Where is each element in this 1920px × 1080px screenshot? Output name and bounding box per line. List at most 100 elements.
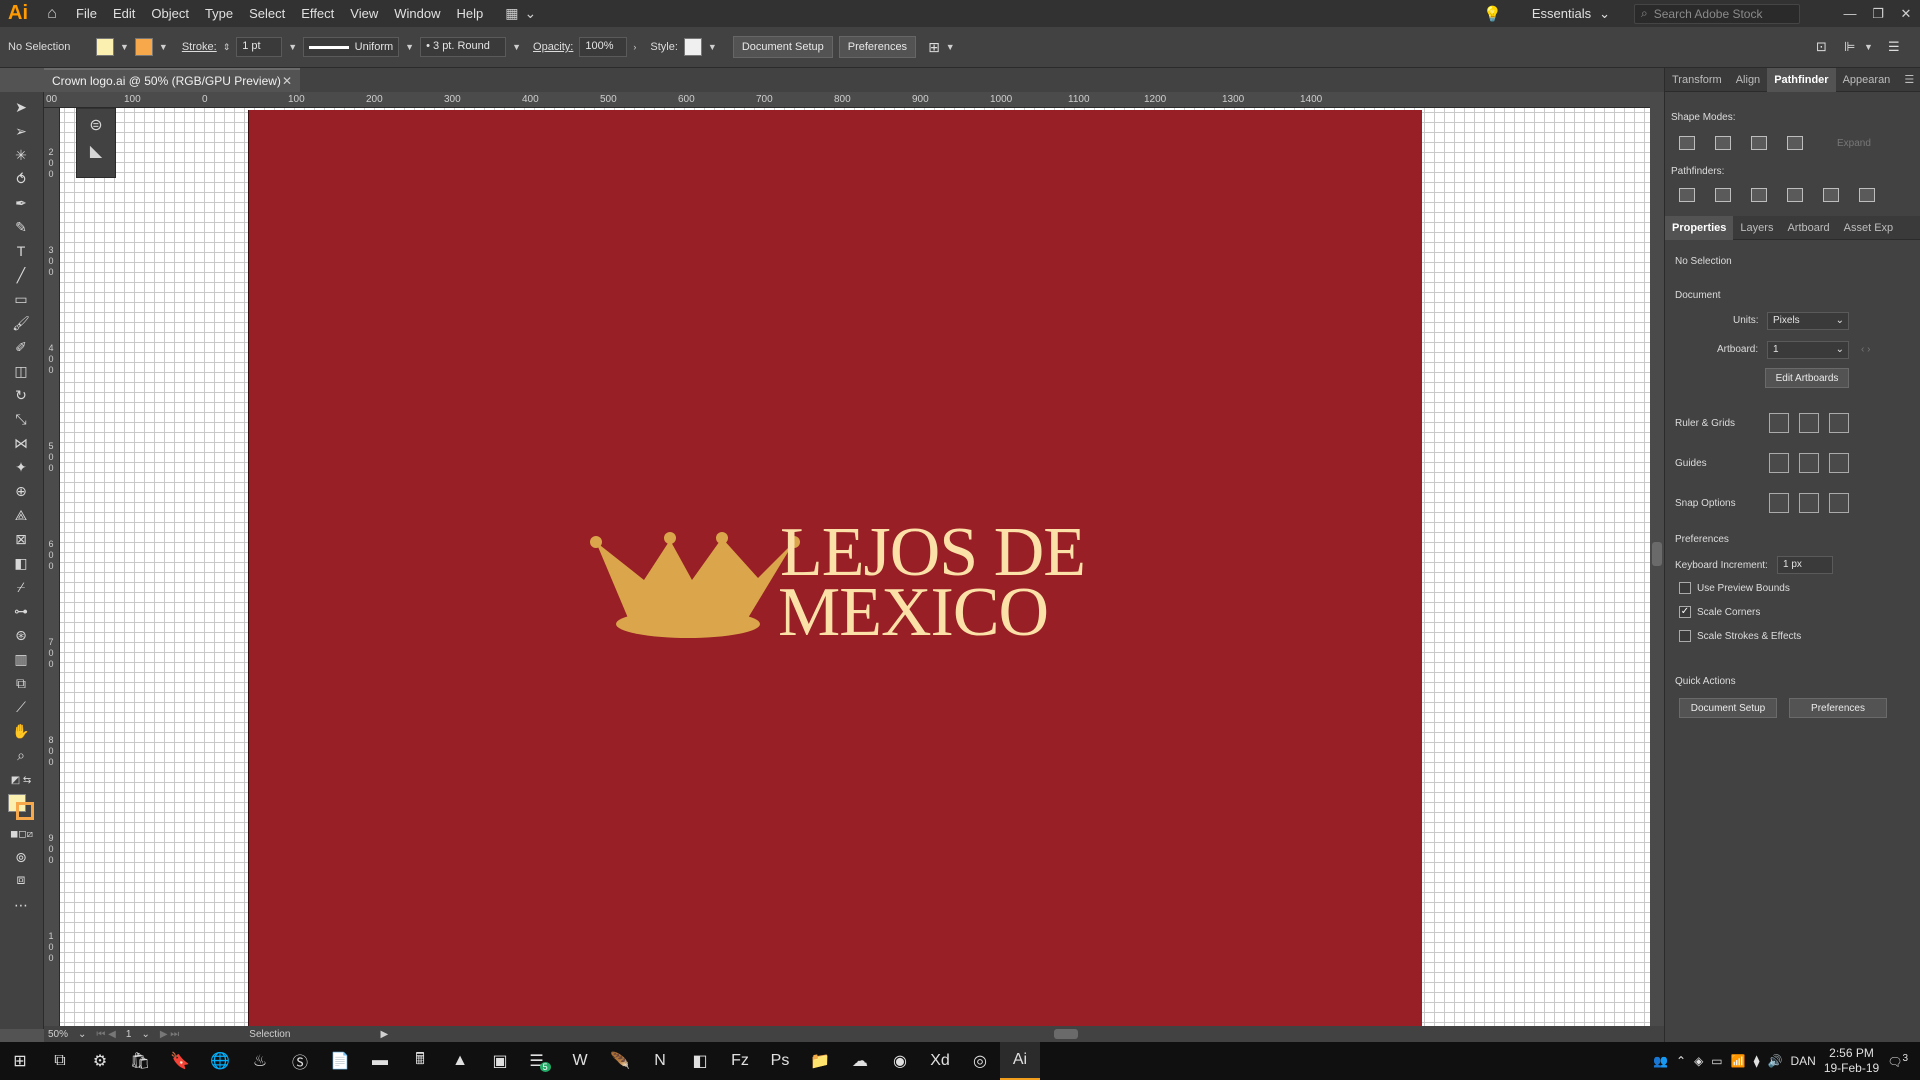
menu-select[interactable]: Select — [241, 0, 293, 27]
chrome-profile-icon[interactable]: ◎ — [960, 1042, 1000, 1080]
tab-artboard[interactable]: Artboard — [1780, 216, 1836, 240]
intersect-icon[interactable] — [1751, 136, 1767, 150]
chevron-down-icon[interactable]: ▼ — [159, 42, 168, 52]
hand-tool-icon[interactable]: ✋ — [10, 722, 32, 740]
crop-icon[interactable] — [1787, 188, 1803, 202]
chevron-down-icon[interactable]: ▼ — [512, 42, 521, 52]
windows-start-icon[interactable]: ⊞ — [0, 1042, 40, 1080]
show-rulers-icon[interactable] — [1769, 413, 1789, 433]
color-mode-icon[interactable]: ◼◻⧄ — [10, 826, 33, 844]
close-icon[interactable]: ✕ — [282, 74, 292, 88]
smart-guides-icon[interactable] — [1829, 453, 1849, 473]
panel-menu-icon[interactable]: ☰ — [1897, 68, 1920, 92]
menu-edit[interactable]: Edit — [105, 0, 143, 27]
close-button[interactable]: ✕ — [1892, 6, 1920, 22]
scale-strokes-checkbox[interactable] — [1679, 630, 1691, 642]
eyedropper-icon[interactable]: ⌿ — [10, 578, 32, 596]
slice-tool-icon[interactable]: ⟋ — [10, 698, 32, 716]
pen-tool-icon[interactable]: ✒ — [10, 194, 32, 212]
file-explorer-icon[interactable]: 📁 — [800, 1042, 840, 1080]
stroke-swatch[interactable] — [134, 38, 153, 56]
vlc-icon[interactable]: ▲ — [440, 1042, 480, 1080]
type-tool-icon[interactable]: T — [10, 242, 32, 260]
volume-icon[interactable]: 🔊 — [1768, 1054, 1783, 1068]
minecraft-icon[interactable]: ▣ — [480, 1042, 520, 1080]
opacity-field[interactable]: 100% — [579, 37, 628, 57]
keyboard-increment-field[interactable]: 1 px — [1777, 556, 1833, 574]
outline-icon[interactable] — [1823, 188, 1839, 202]
list-icon[interactable]: ☰ — [1888, 39, 1900, 55]
artboard-number[interactable]: 1 — [126, 1029, 132, 1040]
todoist-icon[interactable]: ☰ 5 — [520, 1042, 560, 1080]
chevron-down-icon[interactable]: ▼ — [120, 42, 129, 52]
word-icon[interactable]: W — [560, 1042, 600, 1080]
line-tool-icon[interactable]: ╱ — [10, 266, 32, 284]
eraser-icon[interactable]: ◫ — [10, 362, 32, 380]
creative-cloud-tray-icon[interactable]: ◈ — [1694, 1054, 1703, 1068]
artboard-tool-icon[interactable]: ⧉ — [10, 674, 32, 692]
notion-icon[interactable]: N — [640, 1042, 680, 1080]
symbol-sprayer-icon[interactable]: ⊛ — [10, 626, 32, 644]
chevron-right-icon[interactable]: ▶ — [380, 1029, 388, 1040]
calculator-icon[interactable]: 🖩 — [400, 1042, 440, 1080]
stroke-label[interactable]: Stroke: — [182, 41, 217, 53]
tab-layers[interactable]: Layers — [1733, 216, 1780, 240]
artboard-nav-last-icon[interactable]: ▶ ⏭ — [160, 1029, 179, 1040]
jetbrains-icon[interactable]: ◧ — [680, 1042, 720, 1080]
use-preview-bounds-checkbox[interactable] — [1679, 582, 1691, 594]
crop-image-icon[interactable]: ◣ — [77, 141, 115, 161]
vertical-ruler[interactable]: 2003004005006007008009001000 — [44, 108, 60, 1039]
document-tab[interactable]: Crown logo.ai @ 50% (RGB/GPU Preview) ✕ — [44, 68, 300, 92]
trim-icon[interactable] — [1715, 188, 1731, 202]
selection-tool-icon[interactable]: ➤ — [10, 98, 32, 116]
opacity-label[interactable]: Opacity: — [533, 41, 573, 53]
steam-icon[interactable]: ♨ — [240, 1042, 280, 1080]
tab-properties[interactable]: Properties — [1665, 215, 1734, 240]
chevron-down-icon[interactable]: ▼ — [288, 42, 297, 52]
photoshop-icon[interactable]: Ps — [760, 1042, 800, 1080]
menu-object[interactable]: Object — [143, 0, 197, 27]
battery-icon[interactable]: ▭ — [1711, 1054, 1722, 1068]
notes-icon[interactable]: 📄 — [320, 1042, 360, 1080]
tab-appearance[interactable]: Appearan — [1836, 68, 1898, 92]
style-swatch[interactable] — [683, 38, 702, 56]
fill-swatch[interactable] — [96, 38, 114, 56]
feather-app-icon[interactable]: 🪶 — [600, 1042, 640, 1080]
workspace-switcher[interactable]: Essentials ⌄ — [1532, 6, 1610, 22]
quick-document-setup-button[interactable]: Document Setup — [1679, 698, 1777, 718]
symbol-spray-icon[interactable]: ⊜ — [77, 115, 115, 135]
brush-definition[interactable]: • 3 pt. Round — [420, 37, 507, 57]
rectangle-tool-icon[interactable]: ▭ — [10, 290, 32, 308]
tab-asset-export[interactable]: Asset Exp — [1837, 216, 1901, 240]
stroke-color-swatch[interactable] — [16, 802, 34, 820]
chevron-down-icon[interactable]: ⌄ — [78, 1029, 86, 1040]
graph-tool-icon[interactable]: ▥ — [10, 650, 32, 668]
expand-button[interactable]: Expand — [1837, 138, 1871, 149]
chevron-down-icon[interactable]: ▼ — [708, 42, 717, 52]
variable-width-profile[interactable]: Uniform — [303, 37, 400, 57]
paintbrush-icon[interactable]: 🖌 — [10, 314, 32, 332]
draw-mode-icon[interactable]: ⊚ — [10, 848, 32, 866]
preferences-button[interactable]: Preferences — [838, 36, 917, 58]
clock[interactable]: 2:56 PM 19-Feb-19 — [1824, 1046, 1879, 1076]
scroll-thumb[interactable] — [1652, 542, 1662, 566]
globe-app-icon[interactable]: 🌐 — [200, 1042, 240, 1080]
gradient-tool-icon[interactable]: ◧ — [10, 554, 32, 572]
restore-button[interactable]: ❐ — [1864, 6, 1892, 22]
artboard-select[interactable]: 1 ⌄ — [1767, 341, 1849, 359]
search-stock-input[interactable]: ⌕ Search Adobe Stock — [1634, 3, 1800, 24]
units-select[interactable]: Pixels ⌄ — [1767, 312, 1849, 330]
menu-type[interactable]: Type — [197, 0, 241, 27]
snap-to-grid-icon[interactable] — [1799, 493, 1819, 513]
menu-window[interactable]: Window — [386, 0, 448, 27]
minimize-button[interactable]: — — [1836, 6, 1864, 21]
wifi-icon[interactable]: 📶 — [1731, 1054, 1746, 1068]
home-icon[interactable]: ⌂ — [36, 0, 68, 27]
menu-file[interactable]: File — [68, 0, 105, 27]
settings-icon[interactable]: ⚙ — [80, 1042, 120, 1080]
store-icon[interactable]: 🛍 — [120, 1042, 160, 1080]
stepper-icon[interactable]: ⇕ — [223, 42, 231, 53]
snap-to-point-icon[interactable] — [1769, 493, 1789, 513]
screen-mode-icon[interactable]: ⧈ — [10, 870, 32, 888]
menu-view[interactable]: View — [342, 0, 386, 27]
